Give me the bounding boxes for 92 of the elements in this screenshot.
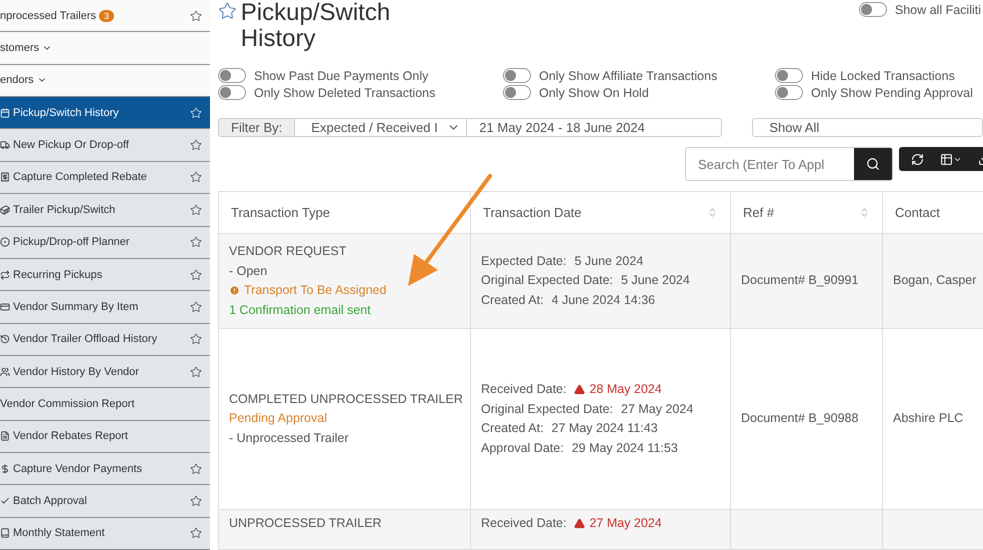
- sidebar-item[interactable]: Vendor History By Vendor: [0, 356, 210, 388]
- search-icon: [866, 157, 880, 171]
- contact-text: Bogan, Casper: [893, 272, 978, 290]
- warning-status: Transport To Be Assigned: [229, 281, 460, 300]
- email-status: 1 Confirmation email sent: [229, 302, 372, 318]
- star-icon[interactable]: [190, 495, 202, 508]
- sidebar-item[interactable]: Vendor Summary By Item: [0, 291, 210, 324]
- table-icon: [940, 152, 953, 166]
- sidebar-item[interactable]: Capture Completed Rebate: [0, 162, 210, 194]
- toggle-label: Show all Faciliti: [894, 2, 981, 16]
- sidebar-item[interactable]: Vendor Rebates Report: [0, 420, 210, 454]
- menu-item-icon: [0, 302, 10, 312]
- date-type-select[interactable]: Expected / Received I: [295, 118, 468, 137]
- toggle-switch[interactable]: [858, 2, 887, 17]
- warning-icon: [574, 518, 586, 530]
- toggle-switch[interactable]: [775, 68, 803, 83]
- toggle-switch[interactable]: [218, 68, 246, 83]
- date-range-field[interactable]: 21 May 2024 - 18 June 2024: [467, 118, 722, 137]
- type-text: - Unprocessed Trailer: [229, 430, 350, 447]
- menu-item-icon: [0, 140, 10, 150]
- type-text: COMPLETED UNPROCESSED TRAILER: [229, 390, 460, 408]
- toggle-label: Only Show Deleted Transactions: [254, 86, 436, 100]
- count-badge: 3: [99, 10, 114, 22]
- star-icon[interactable]: [190, 462, 202, 475]
- sidebar-item[interactable]: Vendor Trailer Offload History: [0, 324, 210, 356]
- status-select[interactable]: Show All: [752, 118, 983, 137]
- ref-text: Document# B_90991: [741, 272, 860, 290]
- menu-item-icon: [0, 108, 10, 118]
- star-icon[interactable]: [190, 527, 202, 540]
- ref-text: Document# B_90988: [741, 410, 860, 428]
- sidebar-item[interactable]: nprocessed Trailers 3: [0, 0, 210, 32]
- toggle-label: Show Past Due Payments Only: [254, 68, 428, 82]
- date-text: Expected Date: 5 June 2024: [481, 252, 644, 270]
- sidebar-item[interactable]: endors: [0, 64, 210, 98]
- star-icon[interactable]: [190, 10, 202, 22]
- sidebar-item[interactable]: New Pickup Or Drop-off: [0, 129, 210, 162]
- sidebar-item[interactable]: Pickup/Switch History: [0, 97, 210, 130]
- toggle-label: Only Show Affiliate Transactions: [539, 68, 718, 82]
- toggle-label: Only Show On Hold: [539, 86, 649, 100]
- sidebar-item[interactable]: Pickup/Drop-off Planner: [0, 226, 210, 259]
- pending-status: Pending Approval: [229, 410, 328, 428]
- alert-icon: [229, 285, 240, 296]
- toggle-switch[interactable]: [503, 68, 531, 83]
- star-icon[interactable]: [190, 366, 202, 378]
- menu-item-icon: [0, 528, 10, 538]
- sidebar-item[interactable]: Batch Approval: [0, 485, 210, 518]
- menu-item-icon: [0, 237, 10, 248]
- type-text: UNPROCESSED TRAILER: [229, 515, 383, 532]
- menu-item-icon: [0, 366, 10, 377]
- toggle-label: Only Show Pending Approval: [811, 86, 973, 100]
- sidebar-item[interactable]: Trailer Pickup/Switch: [0, 194, 210, 227]
- warning-icon: [574, 384, 586, 396]
- contact-text: Abshire PLC: [893, 410, 964, 428]
- type-text: VENDOR REQUEST: [229, 243, 348, 260]
- toggle-switch[interactable]: [503, 85, 531, 100]
- date-text: Received Date: 28 May 2024: [481, 381, 663, 398]
- filter-label: Filter By:: [218, 118, 296, 137]
- menu-item-icon: [0, 172, 10, 182]
- search-field[interactable]: Search (Enter To Appl: [685, 147, 893, 181]
- menu-item-icon: [0, 496, 10, 506]
- date-text: Approval Date: 29 May 2024 11:53: [481, 440, 679, 457]
- star-icon[interactable]: [190, 268, 202, 281]
- refresh-icon: [911, 152, 924, 166]
- menu-item-icon: [0, 431, 10, 442]
- date-text: Original Expected Date: 27 May 2024: [481, 400, 694, 418]
- star-icon[interactable]: [190, 236, 202, 248]
- menu-item-icon: [0, 334, 10, 344]
- sidebar-item[interactable]: Capture Vendor Payments: [0, 453, 210, 486]
- toggle-switch[interactable]: [775, 85, 803, 100]
- star-icon[interactable]: [190, 171, 202, 184]
- date-text: Created At: 4 June 2024 14:36: [481, 292, 656, 309]
- star-icon[interactable]: [190, 204, 202, 216]
- star-icon[interactable]: [190, 300, 202, 313]
- sidebar-item[interactable]: Monthly Statement: [0, 518, 210, 550]
- page-title: Pickup/Switch History: [218, 0, 438, 52]
- sort-icon: [707, 207, 718, 218]
- date-text: Received Date: 27 May 2024: [481, 515, 663, 532]
- sort-icon: [859, 207, 870, 218]
- search-button[interactable]: [854, 148, 892, 180]
- star-icon[interactable]: [190, 139, 202, 152]
- menu-item-icon: [0, 270, 10, 280]
- type-text: - Open: [229, 262, 268, 280]
- sidebar-item[interactable]: Recurring Pickups: [0, 258, 210, 292]
- sidebar-item[interactable]: stomers: [0, 32, 210, 65]
- sidebar-item[interactable]: Vendor Commission Report: [0, 388, 210, 421]
- date-text: Original Expected Date: 5 June 2024: [481, 272, 691, 290]
- star-icon[interactable]: [190, 333, 202, 346]
- menu-item-icon: [0, 204, 10, 215]
- menu-item-icon: [0, 464, 10, 474]
- toggle-switch[interactable]: [218, 85, 246, 100]
- toggle-label: Hide Locked Transactions: [811, 68, 955, 82]
- date-text: Created At: 27 May 2024 11:43: [481, 420, 659, 437]
